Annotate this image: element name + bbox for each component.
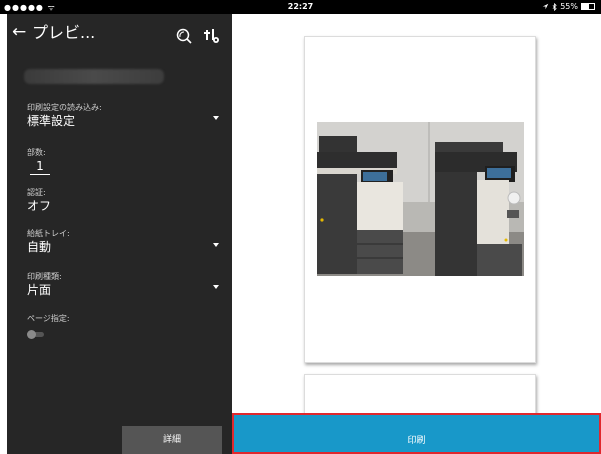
auth-label: 認証:	[27, 188, 46, 197]
status-bar: ●●●●● ᯤ 22:27 55%	[0, 0, 601, 14]
page-range-toggle[interactable]	[27, 330, 45, 339]
battery-icon	[581, 3, 595, 10]
chevron-down-icon	[213, 285, 219, 289]
print-type-select[interactable]: 印刷種類: 片面	[27, 272, 222, 298]
chevron-down-icon	[213, 116, 219, 120]
auth-field[interactable]: 認証: オフ	[27, 188, 222, 214]
battery-percent: 55%	[560, 2, 578, 11]
print-type-value: 片面	[27, 283, 52, 297]
detail-button[interactable]: 詳細	[122, 426, 222, 454]
sidebar-title: プレビ...	[32, 23, 96, 42]
print-button[interactable]: 印刷	[232, 413, 601, 454]
print-settings-select[interactable]: 印刷設定の読み込み: 標準設定	[27, 103, 222, 129]
clock: 22:27	[287, 2, 314, 11]
print-type-label: 印刷種類:	[27, 272, 62, 281]
location-icon	[542, 3, 549, 10]
bluetooth-icon	[552, 2, 557, 11]
paper-tray-value: 自動	[27, 240, 52, 254]
page-range-label: ページ指定:	[27, 314, 70, 323]
chevron-down-icon	[213, 243, 219, 247]
print-settings-label: 印刷設定の読み込み:	[27, 103, 102, 112]
copies-field[interactable]: 部数: 1	[27, 148, 222, 175]
auth-value: オフ	[27, 199, 52, 213]
search-icon[interactable]	[175, 27, 193, 45]
back-arrow-icon[interactable]: ←	[12, 22, 30, 42]
status-right: 55%	[542, 2, 595, 11]
page-range-field: ページ指定:	[27, 314, 222, 339]
preview-area[interactable]	[232, 14, 601, 454]
print-settings-value: 標準設定	[27, 114, 76, 128]
paper-tray-label: 給紙トレイ:	[27, 229, 70, 238]
paper-tray-select[interactable]: 給紙トレイ: 自動	[27, 229, 222, 255]
sidebar-header: ← プレビ...	[7, 14, 232, 54]
copies-label: 部数:	[27, 148, 46, 157]
copies-input[interactable]: 1	[30, 159, 50, 175]
settings-icon[interactable]	[203, 27, 221, 45]
settings-sidebar: ← プレビ... 印刷設定の読み込み: 標準設定 部数: 1 認証: オフ 給紙…	[7, 14, 232, 454]
account-name-blurred	[24, 69, 164, 84]
preview-page	[304, 36, 536, 363]
printer-photo	[317, 122, 524, 276]
